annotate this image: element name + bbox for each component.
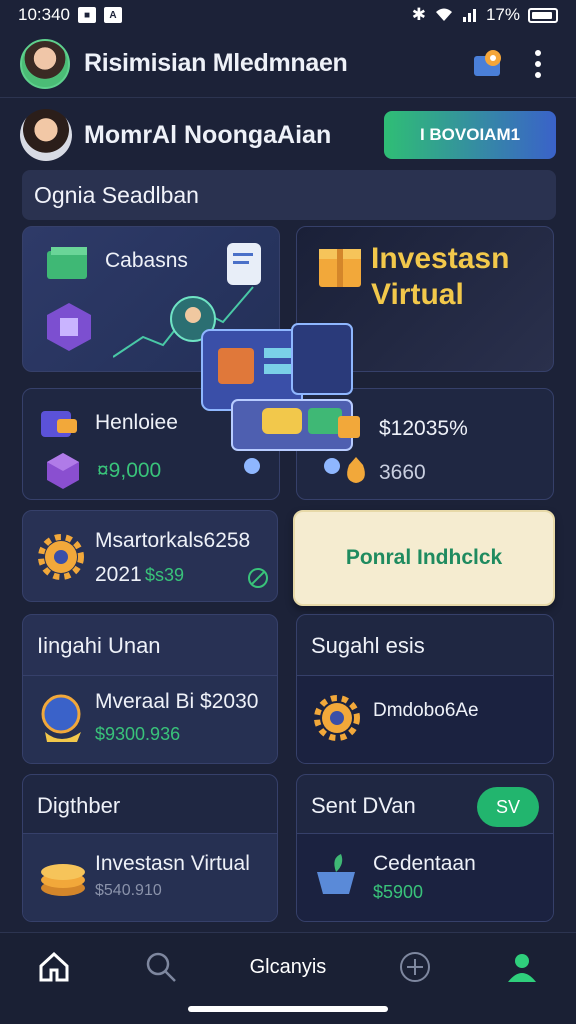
section-2-header: Sugahl esis (311, 633, 425, 658)
nav-search[interactable] (126, 947, 196, 987)
app-badge-icon: A (104, 7, 122, 23)
section-1-header: Iingahi Unan (37, 633, 161, 658)
gift-box-icon (319, 249, 361, 287)
battery-percent: 17% (485, 5, 520, 24)
status-time: 10:340 (18, 5, 70, 24)
app-header: Risimisian Mledmnaen (0, 30, 576, 98)
add-circle-icon (400, 952, 431, 982)
section-1-item-title: Mveraal Bi $2030 (95, 690, 259, 713)
section-2-item[interactable]: Dmdobo6Ae (297, 675, 553, 763)
stat-left-label: Henloiee (95, 411, 178, 434)
section-1-item[interactable]: Mveraal Bi $2030 $9300.936 (23, 675, 277, 763)
promo-title: Msartorkals6258 (95, 529, 251, 552)
section-3-item[interactable]: Investasn Virtual $540.910 (23, 833, 277, 921)
section-card-2[interactable]: Sugahl esis Dmdobo6Ae (296, 614, 554, 764)
notification-icon: ■ (78, 7, 96, 23)
home-icon (39, 951, 69, 982)
promo-action-button[interactable]: Ponral Indhclck (293, 510, 555, 606)
stat-right-label: $12035% (379, 417, 468, 440)
section-4-item-title: Cedentaan (373, 852, 476, 875)
section-card-1[interactable]: Iingahi Unan Mveraal Bi $2030 $9300.936 (22, 614, 278, 764)
user-avatar[interactable] (20, 38, 70, 89)
signal-icon (462, 9, 476, 22)
section-2-item-title: Dmdobo6Ae (373, 700, 479, 721)
more-options-icon[interactable] (520, 46, 556, 82)
search-icon (146, 952, 176, 982)
section-4-header: Sent DVan (311, 793, 416, 818)
section-3-item-value: $540.910 (95, 882, 162, 899)
wifi-icon (435, 8, 452, 21)
wallet-icon (41, 411, 77, 437)
battery-icon (528, 7, 558, 23)
section-1-item-value: $9300.936 (95, 724, 181, 744)
nav-add[interactable] (380, 947, 450, 987)
coins-icon (41, 864, 85, 896)
plant-cup-icon (317, 854, 355, 894)
promo-year: 2021 (95, 563, 142, 586)
status-bar: 10:340 ■ A ✱ 17% (0, 0, 576, 30)
app-title: Risimisian Mledmnaen (84, 49, 348, 77)
stat-left-value: ¤9,000 (97, 459, 162, 482)
hero-title-line2: Virtual (371, 278, 464, 311)
cash-stack-icon (47, 247, 87, 279)
nav-home[interactable] (19, 947, 89, 987)
promo-card[interactable]: Msartorkals6258 2021 $s39 (22, 510, 278, 602)
section-card-4[interactable]: Sent DVan SV Cedentaan $5900 (296, 774, 554, 922)
bluetooth-icon: ✱ (411, 5, 426, 24)
profile-avatar[interactable] (20, 109, 72, 161)
coin-hand-icon (41, 694, 81, 742)
profile-icon (508, 954, 537, 982)
section-card-3[interactable]: Digthber Investasn Virtual $540.910 (22, 774, 278, 922)
home-indicator (188, 1006, 388, 1012)
nav-profile[interactable] (487, 947, 557, 987)
section-3-header: Digthber (37, 793, 121, 818)
hero-title-line1: Investasn (371, 242, 510, 275)
hero-right-title: Investasn Virtual (371, 241, 509, 313)
stat-right-value: 3660 (379, 461, 426, 484)
search-bar[interactable]: Ognia Seadlban (22, 170, 556, 220)
leaf-icon (248, 568, 268, 588)
profile-action-button[interactable]: I BOVOIAM1 (384, 111, 556, 159)
gear-icon (38, 534, 84, 580)
settings-gear-icon (314, 695, 360, 741)
shopping-cart-illustration (201, 323, 360, 474)
search-text: Ognia Seadlban (34, 181, 199, 208)
profile-row: MomrAl NoongaAian I BOVOIAM1 (20, 108, 556, 162)
section-4-item[interactable]: Cedentaan $5900 (297, 833, 553, 921)
profile-name: MomrAl NoongaAian (84, 120, 332, 149)
cube-icon (47, 453, 79, 489)
section-3-item-title: Investasn Virtual (95, 852, 250, 875)
section-4-pill-button[interactable]: SV (477, 787, 539, 827)
map-badge-icon[interactable] (470, 46, 506, 82)
nav-center-label[interactable]: Glcanyis (233, 947, 343, 987)
section-4-item-value: $5900 (373, 882, 424, 902)
promo-amount: $s39 (145, 565, 185, 585)
shield-hex-icon (47, 303, 91, 351)
